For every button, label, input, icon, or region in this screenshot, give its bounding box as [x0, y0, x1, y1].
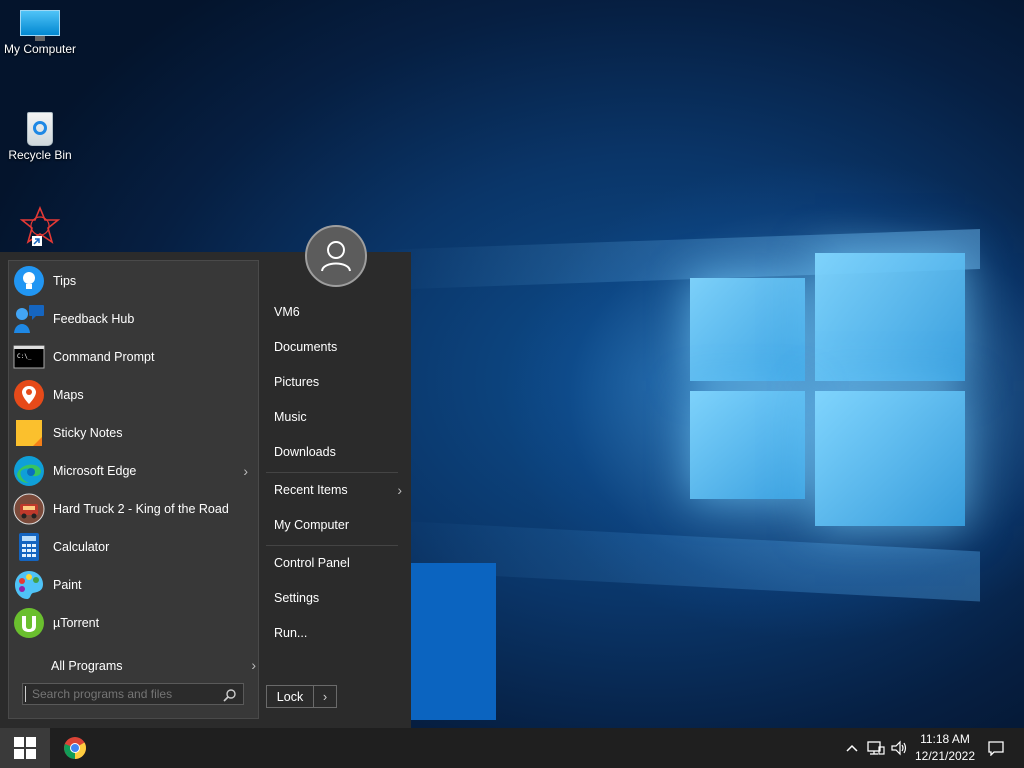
- right-item-label: Recent Items: [274, 483, 348, 497]
- taskbar: 11:18 AM 12/21/2022: [0, 728, 1024, 768]
- desktop-icon-shortcut[interactable]: [0, 205, 80, 246]
- right-item-label: Documents: [274, 340, 338, 354]
- network-button[interactable]: [866, 728, 886, 768]
- all-programs-button[interactable]: All Programs ›: [51, 651, 256, 681]
- right-item-label: Settings: [274, 591, 320, 605]
- program-label: Maps: [53, 388, 84, 402]
- calculator-icon: [13, 531, 45, 563]
- shutdown-options-button[interactable]: ›: [313, 685, 337, 708]
- start-right-item-user[interactable]: VM6: [274, 297, 402, 327]
- start-right-item-recent-items[interactable]: Recent Items ›: [274, 475, 402, 505]
- program-item-tips[interactable]: Tips: [9, 262, 258, 300]
- chrome-icon: [64, 737, 86, 759]
- clock-time: 11:18 AM: [920, 732, 970, 746]
- taskbar-clock[interactable]: 11:18 AM 12/21/2022: [906, 731, 984, 765]
- start-button[interactable]: [0, 728, 50, 768]
- right-item-label: Pictures: [274, 375, 320, 389]
- desktop-icon-label: My Computer: [3, 42, 77, 56]
- search-input[interactable]: [25, 686, 224, 702]
- program-label: Hard Truck 2 - King of the Road: [53, 502, 229, 516]
- svg-text:C:\_: C:\_: [17, 353, 32, 360]
- start-right-item-pictures[interactable]: Pictures: [274, 367, 402, 397]
- notification-center-button[interactable]: [984, 728, 1008, 768]
- lock-button[interactable]: Lock: [266, 685, 314, 708]
- windows-logo-icon: [14, 737, 36, 759]
- program-label: Microsoft Edge: [53, 464, 137, 478]
- program-label: Command Prompt: [53, 350, 155, 364]
- edge-icon: [13, 455, 45, 487]
- start-menu-programs-pane: Tips Feedback Hub C:\_ Command Prompt Ma…: [8, 260, 259, 719]
- search-box[interactable]: [22, 683, 244, 705]
- user-avatar[interactable]: [305, 225, 367, 287]
- desktop-icon-recycle-bin[interactable]: Recycle Bin: [0, 106, 80, 162]
- program-label: µTorrent: [53, 616, 100, 630]
- right-item-label: Downloads: [274, 445, 336, 459]
- right-item-label: Control Panel: [274, 556, 350, 570]
- command-prompt-icon: C:\_: [13, 341, 45, 373]
- program-item-paint[interactable]: Paint: [9, 566, 258, 604]
- map-pin-icon: [13, 379, 45, 411]
- program-item-feedback-hub[interactable]: Feedback Hub: [9, 300, 258, 338]
- chevron-right-icon: ›: [322, 689, 328, 704]
- utorrent-icon: [13, 607, 45, 639]
- taskbar-chrome-button[interactable]: [52, 728, 98, 768]
- program-item-hard-truck-2[interactable]: Hard Truck 2 - King of the Road: [9, 490, 258, 528]
- program-item-calculator[interactable]: Calculator: [9, 528, 258, 566]
- lightbulb-icon: [13, 265, 45, 297]
- chevron-up-icon: [846, 744, 858, 752]
- program-label: Tips: [53, 274, 77, 288]
- program-label: Feedback Hub: [53, 312, 135, 326]
- program-item-sticky-notes[interactable]: Sticky Notes: [9, 414, 258, 452]
- start-right-item-downloads[interactable]: Downloads: [274, 437, 402, 467]
- network-icon: [867, 741, 885, 755]
- start-right-item-run[interactable]: Run...: [274, 618, 402, 648]
- start-right-item-music[interactable]: Music: [274, 402, 402, 432]
- sticky-notes-icon: [13, 417, 45, 449]
- lock-label: Lock: [276, 689, 304, 704]
- program-label: Calculator: [53, 540, 110, 554]
- clock-date: 12/21/2022: [914, 749, 976, 763]
- program-item-command-prompt[interactable]: C:\_ Command Prompt: [9, 338, 258, 376]
- user-avatar-icon: [321, 241, 351, 272]
- desktop-icon-my-computer[interactable]: My Computer: [0, 10, 80, 56]
- feedback-hub-icon: [13, 303, 45, 335]
- notification-icon: [988, 741, 1004, 756]
- chevron-right-icon: ›: [243, 463, 248, 479]
- start-right-item-documents[interactable]: Documents: [274, 332, 402, 362]
- program-item-maps[interactable]: Maps: [9, 376, 258, 414]
- monitor-icon: [20, 10, 60, 41]
- right-item-label: My Computer: [274, 518, 350, 532]
- desktop-icon-label: Recycle Bin: [8, 148, 72, 162]
- start-right-item-settings[interactable]: Settings: [274, 583, 402, 613]
- all-programs-label: All Programs: [51, 659, 123, 673]
- right-item-label: VM6: [274, 305, 300, 319]
- truck-game-icon: [13, 493, 45, 525]
- program-item-microsoft-edge[interactable]: Microsoft Edge ›: [9, 452, 258, 490]
- recycle-bin-icon: [23, 106, 57, 146]
- wallpaper-blue-block: [410, 563, 496, 720]
- wallpaper-windows-logo: [690, 248, 965, 530]
- program-item-utorrent[interactable]: µTorrent: [9, 604, 258, 642]
- menu-divider: [266, 472, 398, 473]
- paint-palette-icon: [13, 569, 45, 601]
- program-shortcut-icon: [18, 205, 62, 246]
- program-label: Sticky Notes: [53, 426, 123, 440]
- chevron-right-icon: ›: [251, 657, 256, 673]
- right-item-label: Music: [274, 410, 307, 424]
- right-item-label: Run...: [274, 626, 308, 640]
- search-icon[interactable]: [223, 688, 237, 702]
- menu-divider: [266, 545, 398, 546]
- program-label: Paint: [53, 578, 82, 592]
- show-hidden-icons-button[interactable]: [843, 728, 861, 768]
- chevron-right-icon: ›: [397, 482, 402, 498]
- start-right-item-control-panel[interactable]: Control Panel: [274, 548, 402, 578]
- start-right-item-my-computer[interactable]: My Computer: [274, 510, 402, 540]
